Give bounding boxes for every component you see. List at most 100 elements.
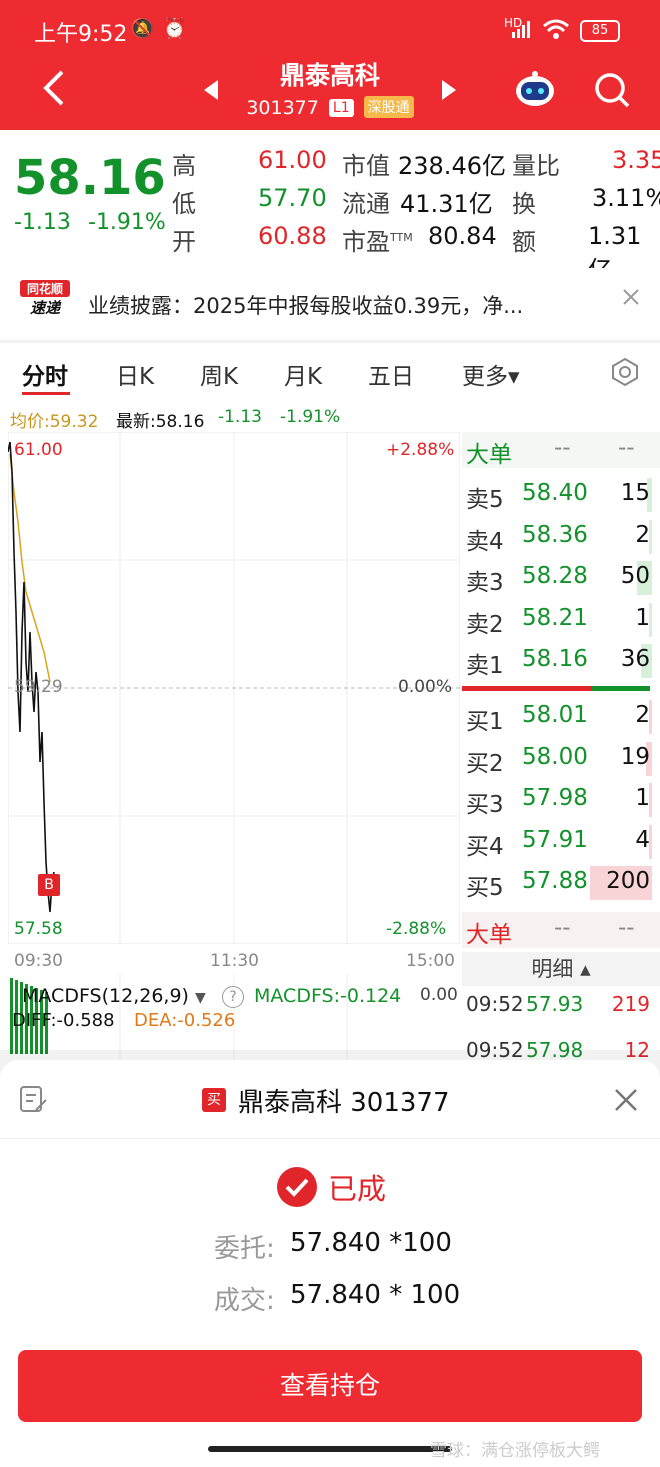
view-position-button[interactable]: 查看持仓 — [18, 1350, 642, 1422]
low-label: 低 — [172, 190, 196, 218]
trade-vol: 219 — [611, 992, 650, 1016]
order-book: 大单 -- -- 卖5 58.40 15 卖4 58.36 2 卖3 58.28 50 卖2 58.… — [462, 432, 660, 1062]
ask-row[interactable]: 卖3 58.28 50 — [462, 559, 660, 597]
mcap-label: 市值 — [342, 152, 390, 180]
price-change-pct: -1.91% — [88, 210, 166, 235]
ask-row[interactable]: 卖2 58.21 1 — [462, 601, 660, 639]
tab-more[interactable]: 更多▾ — [462, 357, 520, 391]
price-change: -1.13 — [14, 210, 71, 235]
watermark: 雪球：满仓涨停板大鳄 — [430, 1441, 600, 1461]
bid-volume: 200 — [606, 868, 650, 894]
connect-tag: 深股通 — [363, 96, 414, 118]
tab-five-day[interactable]: 五日 — [368, 357, 414, 391]
bid-price: 57.98 — [522, 785, 588, 811]
pe-ttm-sup: TTM — [390, 231, 413, 244]
deal-value: 57.840 * 100 — [290, 1280, 461, 1310]
chart-mid-price: 59.29 — [14, 677, 63, 697]
turnover-label: 换 — [512, 190, 536, 218]
macd-name: MACDFS(12,26,9) — [22, 985, 189, 1007]
float-label: 流通 — [342, 190, 390, 218]
deal-label: 成交: — [214, 1286, 275, 1316]
buy-marker[interactable]: B — [38, 874, 60, 896]
app-header: 上午9:52 🔕 ⏰ HD 85 鼎泰高科 301377 L1 深股通 — [0, 0, 660, 130]
bid-price: 57.88 — [522, 868, 588, 894]
check-circle-icon — [276, 1166, 318, 1212]
divider — [0, 340, 660, 343]
open-value: 60.88 — [258, 222, 327, 250]
ask-row[interactable]: 卖5 58.40 15 — [462, 476, 660, 514]
news-logo-top: 同花顺 — [20, 280, 70, 297]
bid-label: 买3 — [466, 792, 504, 818]
bid-row[interactable]: 买1 58.01 2 — [462, 698, 660, 736]
bid-row[interactable]: 买4 57.91 4 — [462, 823, 660, 861]
alarm-icon: ⏰ — [162, 16, 187, 40]
tab-intraday[interactable]: 分时 — [22, 357, 68, 391]
turnover-value: 3.11% — [592, 184, 660, 212]
detail-toggle[interactable]: 明细 ▴ — [462, 952, 660, 986]
news-text: 业绩披露：2025年中报每股收益0.39元，净... — [88, 294, 524, 318]
intraday-chart[interactable] — [8, 432, 460, 944]
dialog-stock: 鼎泰高科 301377 — [238, 1088, 450, 1118]
ask-label: 卖5 — [466, 487, 504, 513]
level-tag: L1 — [328, 99, 354, 117]
pe-label-text: 市盈 — [342, 228, 390, 256]
news-logo-bottom: 速递 — [29, 299, 60, 317]
low-value: 57.70 — [258, 184, 327, 212]
chart-change: -1.13 — [218, 407, 262, 427]
tab-daily-k[interactable]: 日K — [116, 357, 154, 391]
active-tab-indicator — [22, 392, 70, 395]
tab-monthly-k[interactable]: 月K — [284, 357, 322, 391]
bid-volume: 1 — [635, 785, 650, 811]
ask-price: 58.21 — [522, 604, 588, 631]
search-icon[interactable] — [594, 72, 630, 112]
ask-bid-bar-green — [592, 686, 650, 691]
big-order-a: -- — [554, 435, 571, 461]
trade-row: 09:52 57.93 219 — [462, 988, 660, 1028]
ask-row[interactable]: 卖1 58.16 36 — [462, 642, 660, 680]
close-dialog-icon[interactable] — [614, 1088, 638, 1116]
robot-assistant-icon[interactable] — [514, 70, 556, 112]
ask-price: 58.16 — [522, 646, 588, 672]
news-bar[interactable]: 同花顺 速递 业绩披露：2025年中报每股收益0.39元，净... — [0, 268, 660, 338]
pe-value: 80.84 — [428, 222, 497, 250]
next-stock-icon[interactable] — [442, 80, 456, 104]
news-logo: 同花顺 速递 — [20, 280, 70, 322]
bid-row[interactable]: 买2 58.00 19 — [462, 740, 660, 778]
big-order-label-2: 大单 — [466, 922, 512, 948]
help-icon[interactable]: ? — [222, 986, 244, 1008]
buy-tag: 买 — [202, 1088, 226, 1112]
wifi-icon — [542, 18, 570, 44]
settings-icon[interactable] — [610, 357, 640, 391]
chevron-down-icon: ▼ — [195, 990, 206, 1006]
bid-row[interactable]: 买5 57.88 200 — [462, 864, 660, 902]
close-news-icon[interactable] — [622, 288, 640, 310]
home-indicator[interactable] — [208, 1446, 452, 1452]
big-order-b-2: -- — [618, 915, 635, 941]
ask-row[interactable]: 卖4 58.36 2 — [462, 518, 660, 556]
order-value: 57.840 *100 — [290, 1228, 452, 1258]
macd-zero: 0.00 — [420, 985, 458, 1005]
edit-note-icon[interactable] — [18, 1084, 48, 1118]
chart-bottom-price: 57.58 — [14, 919, 63, 939]
ask-label: 卖3 — [466, 570, 504, 596]
volume-ratio-value: 3.35 — [612, 146, 660, 174]
high-label: 高 — [172, 152, 196, 180]
order-status: 已成 — [328, 1172, 387, 1206]
tab-weekly-k[interactable]: 周K — [200, 357, 238, 391]
macd-selector[interactable]: MACDFS(12,26,9) ▼ — [22, 985, 206, 1007]
ask-volume: 15 — [620, 480, 650, 506]
mcap-value: 238.46亿 — [398, 152, 506, 180]
chart-mid-pct: 0.00% — [398, 677, 453, 697]
bid-row[interactable]: 买3 57.98 1 — [462, 781, 660, 819]
bid-price: 57.91 — [522, 826, 588, 853]
latest-price-label: 最新:58.16 — [116, 412, 205, 432]
ask-volume: 1 — [635, 604, 650, 631]
time-mid: 11:30 — [210, 951, 259, 971]
macd-diff: DIFF:-0.588 — [12, 1010, 115, 1031]
time-start: 09:30 — [14, 951, 63, 971]
bid-label: 买4 — [466, 833, 504, 860]
bid-price: 58.01 — [522, 702, 588, 728]
float-value: 41.31亿 — [400, 190, 493, 218]
ask-label: 卖2 — [466, 611, 504, 638]
ask-price: 58.36 — [522, 521, 588, 548]
